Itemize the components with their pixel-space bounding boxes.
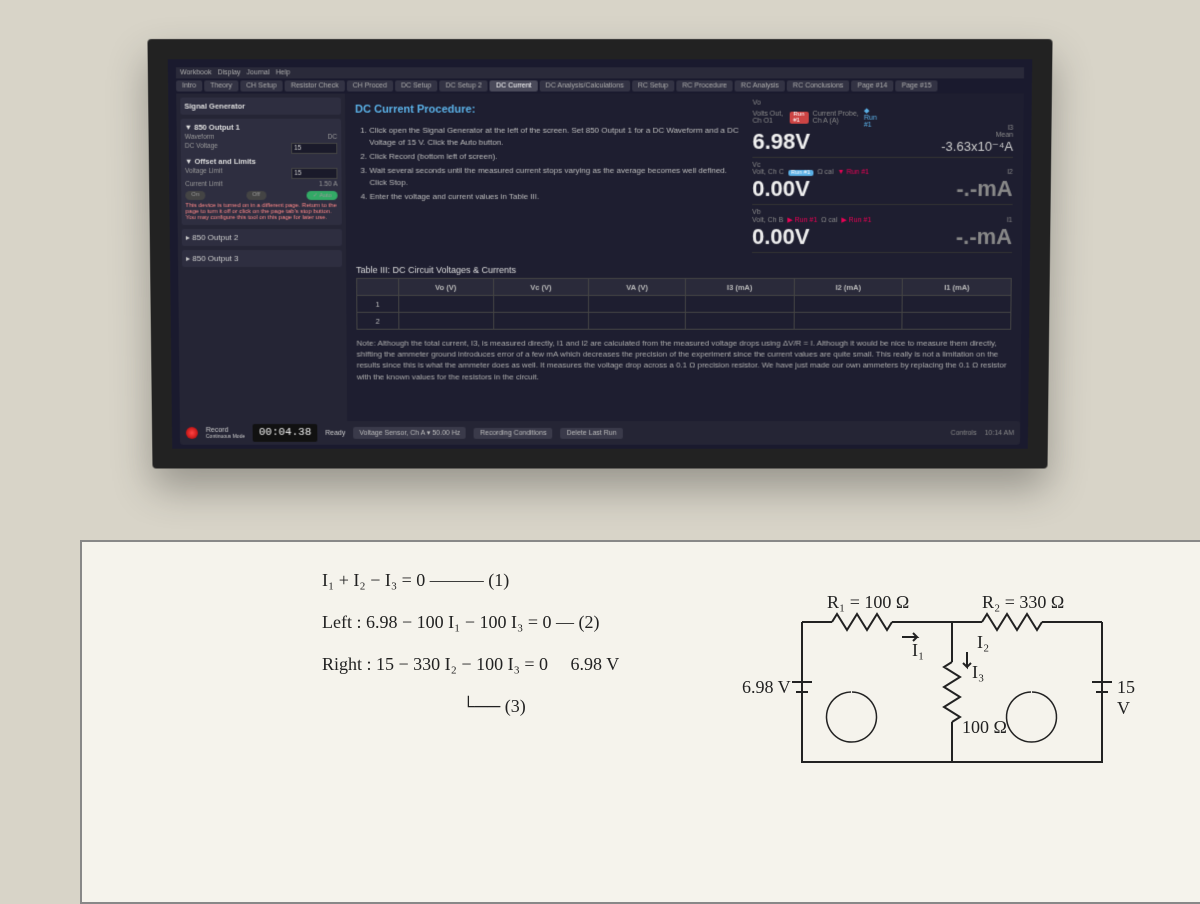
equation-3-tag: └── (3) [462,688,619,724]
tab-theory[interactable]: Theory [204,80,238,91]
tab-dcsetup[interactable]: DC Setup [395,80,438,91]
i1-value: -.-mA [882,224,1012,250]
vo-value: 6.98V [752,129,883,155]
step-1: Click open the Signal Generator at the l… [369,124,740,148]
i2-label: I₂ [977,632,989,653]
waveform-label: Waveform [185,134,215,141]
bottombar: RecordContinuous Mode 00:04.38 Ready Vol… [180,421,1020,445]
content-area: DC Current Procedure: Click open the Sig… [345,94,1024,433]
dcvoltage-input[interactable] [291,143,337,154]
climit-label: Current Limit [185,181,222,188]
menu-workbook[interactable]: Workbook [180,69,212,76]
measurements-panel: Vo Volts Out, Ch O1 Run #1 Current Probe… [752,100,1014,253]
run-badge: Run #1 [790,112,808,124]
tab-rcproc[interactable]: RC Procedure [676,80,733,91]
menu-journal[interactable]: Journal [247,69,270,76]
tab-resistor[interactable]: Resistor Check [285,80,345,91]
menu-help[interactable]: Help [276,69,291,76]
table-row: 1 [357,295,1011,312]
procedure-title: DC Current Procedure: [355,102,741,119]
tab-dcanalysis[interactable]: DC Analysis/Calculations [540,80,630,91]
i2-value: -.-mA [882,176,1012,202]
output3-panel[interactable]: ▸ 850 Output 3 [182,250,342,267]
table-row: 2 [357,312,1011,329]
delete-last-run-button[interactable]: Delete Last Run [561,427,623,438]
auto-button[interactable]: ✓ Auto [307,191,338,200]
note-text: Note: Although the total current, I3, is… [357,338,1012,382]
step-3: Wait several seconds until the measured … [369,164,740,188]
record-button[interactable] [186,427,198,439]
r2-label: R₂ = 330 Ω [982,592,1064,613]
warning-text: This device is turned on in a different … [185,203,337,221]
equation-2: Left : 6.98 − 100 I₁ − 100 I₃ = 0 — (2) [322,604,619,640]
vlimit-label: Voltage Limit [185,168,222,179]
whiteboard: I₁ + I₂ − I₃ = 0 ——— (1) Left : 6.98 − 1… [80,540,1200,904]
vc-value: 0.00V [752,176,882,202]
record-label: Record [206,426,245,433]
table-title: Table III: DC Circuit Voltages & Current… [356,265,1012,275]
vb-value: 0.00V [752,224,882,250]
vlimit-input[interactable] [291,168,337,179]
tab-rcconcl[interactable]: RC Conclusions [787,80,850,91]
menu-display[interactable]: Display [218,69,241,76]
equation-1: I₁ + I₂ − I₃ = 0 ——— (1) [322,562,619,598]
off-button[interactable]: Off [246,191,266,200]
i3-value: -3.63x10⁻⁴A [883,139,1014,155]
output2-panel[interactable]: ▸ 850 Output 2 [182,229,342,246]
tab-dcsetup2[interactable]: DC Setup 2 [440,80,488,91]
circuit-diagram: R₁ = 100 Ω R₂ = 330 Ω 100 Ω I₁ I₂ I₃ 6.9… [782,562,1142,782]
tab-rcsetup[interactable]: RC Setup [632,80,675,91]
equations: I₁ + I₂ − I₃ = 0 ——— (1) Left : 6.98 − 1… [322,562,619,730]
climit-value: 1.50 A [319,181,338,188]
tab-dccurrent[interactable]: DC Current [490,80,538,91]
on-button[interactable]: On [185,191,205,200]
controls-label: Controls [951,429,977,436]
procedure-box: DC Current Procedure: Click open the Sig… [355,100,741,253]
tab-chproced[interactable]: CH Proced [346,80,393,91]
sensor-select[interactable]: Voltage Sensor, Ch A ▾ 50.00 Hz [353,427,466,439]
output1-panel: ▼ 850 Output 1 Waveform DC DC Voltage ▼ … [181,119,342,225]
monitor-screen: Workbook Display Journal Help Intro Theo… [147,39,1052,468]
i1-label: I₁ [912,640,924,661]
waveform-select[interactable]: DC [328,134,337,141]
sidebar: Signal Generator ▼ 850 Output 1 Waveform… [176,94,347,433]
output1-title: ▼ 850 Output 1 [185,123,338,132]
tab-chsetup[interactable]: CH Setup [240,80,283,91]
r3-label: 100 Ω [962,717,1007,738]
signal-generator-panel: Signal Generator [180,98,341,115]
vsrc2-label: 15 V [1117,677,1142,719]
step-2: Click Record (bottom left of screen). [369,150,740,162]
page-tabs: Intro Theory CH Setup Resistor Check CH … [176,78,1024,93]
r1-label: R₁ = 100 Ω [827,592,909,613]
step-4: Enter the voltage and current values in … [370,190,741,202]
tab-rcanalysis[interactable]: RC Analysis [735,80,785,91]
tab-intro[interactable]: Intro [176,80,202,91]
clock: 10:14 AM [985,429,1015,436]
menubar: Workbook Display Journal Help [176,67,1024,78]
ready-label: Ready [325,429,345,436]
recording-conditions-button[interactable]: Recording Conditions [474,427,553,438]
signal-gen-title: Signal Generator [184,102,337,111]
i3-label: I₃ [972,662,984,683]
table-section: Table III: DC Circuit Voltages & Current… [356,265,1012,330]
tab-p15[interactable]: Page #15 [896,80,938,91]
data-table[interactable]: Vo (V) Vc (V) VA (V) I3 (mA) I2 (mA) I1 … [356,278,1012,330]
run-badge-2: Run #1 [788,169,813,175]
equation-3: Right : 15 − 330 I₂ − 100 I₃ = 0 6.98 V [322,646,619,682]
tab-p14[interactable]: Page #14 [851,80,893,91]
vsrc1-label: 6.98 V [742,677,791,698]
dcvoltage-label: DC Voltage [185,143,218,154]
timer-display: 00:04.38 [253,424,318,442]
